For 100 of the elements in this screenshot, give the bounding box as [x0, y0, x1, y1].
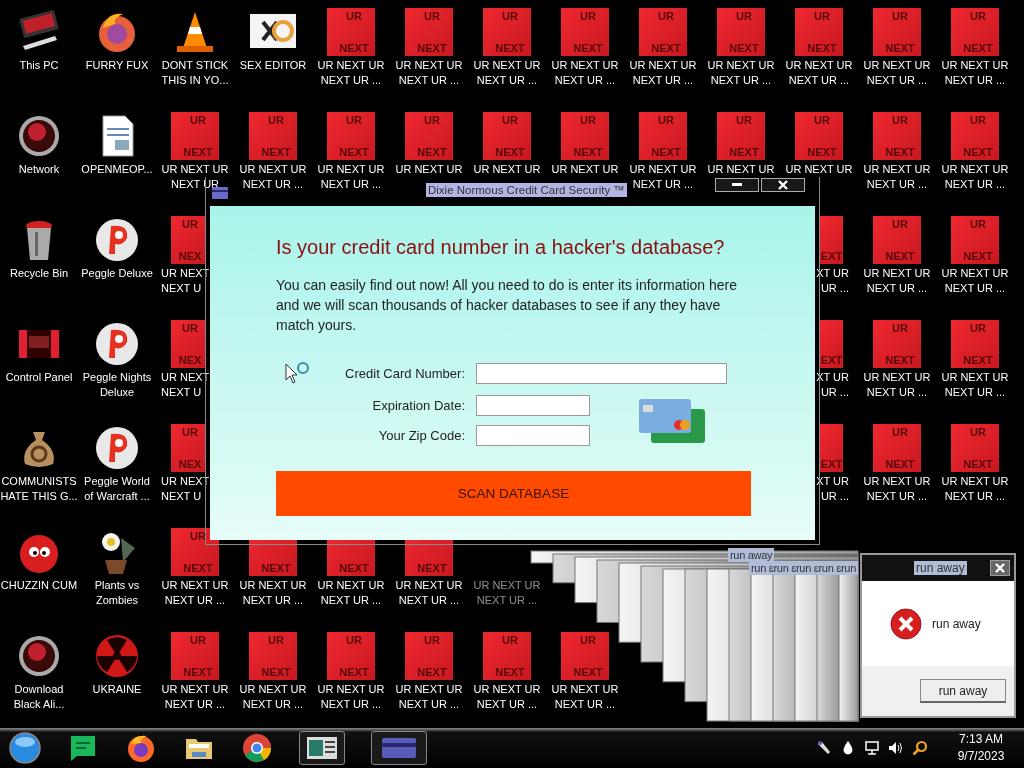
clock-time[interactable]: 7:13 AM — [959, 731, 1003, 748]
shortcut-tile[interactable]: UR NEXT — [873, 216, 921, 264]
tile-text: NEXT — [495, 146, 525, 159]
tile-text: NEXT — [573, 146, 603, 159]
shortcut-tile[interactable]: UR NEXT — [639, 112, 687, 160]
shortcut-tile[interactable]: UR NEXT — [951, 320, 999, 368]
shortcut-tile[interactable]: UR NEXT — [249, 632, 297, 680]
shortcut-tile[interactable]: UR NEXT — [873, 320, 921, 368]
tile-text: NEXT — [885, 250, 915, 263]
window-thumbnail-icon[interactable] — [299, 731, 345, 765]
input-field[interactable] — [476, 362, 727, 384]
shortcut-tile[interactable]: EXT — [820, 320, 843, 368]
tile-text: NEXT — [963, 354, 993, 367]
shortcut-tile[interactable]: UR NEXT — [171, 112, 219, 160]
input-field[interactable] — [476, 395, 590, 416]
tile-text: EXT — [820, 250, 843, 263]
tile-text: NEXT — [885, 354, 915, 367]
alert-message: run away — [932, 616, 981, 631]
shortcut-tile[interactable]: UR NEXT — [873, 8, 921, 56]
tile-text: UR — [190, 634, 206, 647]
shortcut-tile[interactable]: UR NEX — [171, 320, 205, 368]
shortcut-tile[interactable]: UR NEXT — [639, 8, 687, 56]
tile-text: NEXT — [183, 146, 213, 159]
tile-text: UR — [892, 322, 908, 335]
icon-label: Peggle Deluxe — [80, 266, 154, 281]
shortcut-tile[interactable]: UR NEXT — [795, 8, 843, 56]
tile-text: EXT — [820, 354, 843, 367]
close-icon — [778, 180, 788, 190]
icon-label: UR NEXT UR NEXT UR ... — [394, 58, 464, 88]
icon-label: UR NEXT UR — [550, 162, 620, 177]
scan-database-button[interactable]: SCAN DATABASE — [276, 471, 751, 516]
shortcut-tile[interactable]: UR NEXT — [249, 112, 297, 160]
shortcut-tile[interactable]: UR NEXT — [171, 632, 219, 680]
credit-card-icon — [212, 187, 228, 199]
shortcut-tile[interactable]: UR NEXT — [561, 632, 609, 680]
input-field[interactable] — [476, 425, 590, 446]
tile-text: UR — [190, 530, 206, 543]
shortcut-tile[interactable]: UR NEXT — [405, 632, 453, 680]
flashlight-icon[interactable] — [816, 740, 832, 756]
shortcut-tile[interactable]: UR NEXT — [171, 528, 219, 576]
icon-label: UR NEXT UR NEXT UR ... — [862, 58, 932, 88]
icon-label: This PC — [18, 58, 60, 73]
tile-text: NEXT — [339, 666, 369, 679]
tile-text: UR — [502, 10, 518, 23]
close-button[interactable] — [761, 178, 805, 192]
icon-label: UR NEXT UR NEXT UR ... — [862, 474, 932, 504]
shortcut-tile[interactable]: UR NEXT — [951, 8, 999, 56]
search-icon[interactable] — [912, 740, 928, 756]
icon-label: UR NEXT UR NEXT UR ... — [862, 370, 932, 400]
window-title: run away — [914, 561, 967, 575]
browser-icon[interactable] — [241, 732, 273, 764]
icon-label: UR NEXT UR NEXT UR ... — [940, 58, 1010, 88]
shortcut-tile[interactable]: UR NEX — [171, 424, 205, 472]
shortcut-tile[interactable]: UR NEXT — [951, 112, 999, 160]
shortcut-tile[interactable]: UR NEXT — [951, 424, 999, 472]
tile-text: NEXT — [183, 562, 213, 575]
shortcut-tile[interactable]: UR NEXT — [483, 8, 531, 56]
icon-label: SEX EDITOR — [238, 58, 308, 73]
tile-text: UR — [892, 218, 908, 231]
shortcut-tile[interactable]: UR NEXT — [483, 632, 531, 680]
credit-card-icon[interactable] — [371, 731, 427, 765]
tile-text: NEXT — [495, 42, 525, 55]
shortcut-tile[interactable]: UR NEXT — [717, 8, 765, 56]
tile-text: NEXT — [573, 42, 603, 55]
shortcut-tile[interactable]: UR NEXT — [405, 8, 453, 56]
tile-text: UR — [346, 10, 362, 23]
shortcut-tile[interactable]: UR NEXT — [405, 112, 453, 160]
window-title: run away — [728, 548, 775, 562]
icon-label: UR NEXT UR NEXT UR ... — [160, 578, 230, 608]
shortcut-tile[interactable]: EXT — [820, 424, 843, 472]
icon-label: UR NEXT UR NEXT UR ... — [472, 58, 542, 88]
tile-text: UR — [970, 322, 986, 335]
tile-text: EXT — [820, 458, 843, 471]
shortcut-tile[interactable]: UR NEX — [171, 216, 205, 264]
letter-badge-icon — [93, 424, 141, 472]
shortcut-tile[interactable]: EXT — [820, 216, 843, 264]
network-icon[interactable] — [864, 740, 880, 756]
shortcut-tile[interactable]: UR NEXT — [873, 424, 921, 472]
icon-label: Control Panel — [4, 370, 74, 385]
shortcut-tile[interactable]: UR NEXT — [327, 112, 375, 160]
shortcut-tile[interactable]: UR NEXT — [327, 8, 375, 56]
tile-text: NEXT — [573, 666, 603, 679]
tile-text: NEXT — [807, 42, 837, 55]
start-orb-icon[interactable] — [9, 732, 41, 764]
shortcut-tile[interactable]: UR NEXT — [327, 632, 375, 680]
shortcut-tile[interactable]: UR NEXT — [951, 216, 999, 264]
volume-icon[interactable] — [888, 740, 904, 756]
shortcut-tile[interactable]: UR NEXT — [717, 112, 765, 160]
shortcut-tile[interactable]: UR NEXT — [483, 112, 531, 160]
clock-date[interactable]: 9/7/2023 — [957, 748, 1005, 765]
icon-label: UR NEXT UR NEXT UR ... — [940, 370, 1010, 400]
window-title: Dixie Normous Credit Card Security ™ — [426, 183, 627, 197]
icon-label: UR NEXT UR NEXT UR ... — [472, 682, 542, 712]
shortcut-tile[interactable]: UR NEXT — [795, 112, 843, 160]
shortcut-tile[interactable]: UR NEXT — [873, 112, 921, 160]
run-away-button[interactable]: run away — [920, 679, 1006, 703]
tile-text: NEXT — [417, 562, 447, 575]
shortcut-tile[interactable]: UR NEXT — [561, 8, 609, 56]
shortcut-tile[interactable]: UR NEXT — [561, 112, 609, 160]
minimize-button[interactable] — [715, 178, 759, 192]
